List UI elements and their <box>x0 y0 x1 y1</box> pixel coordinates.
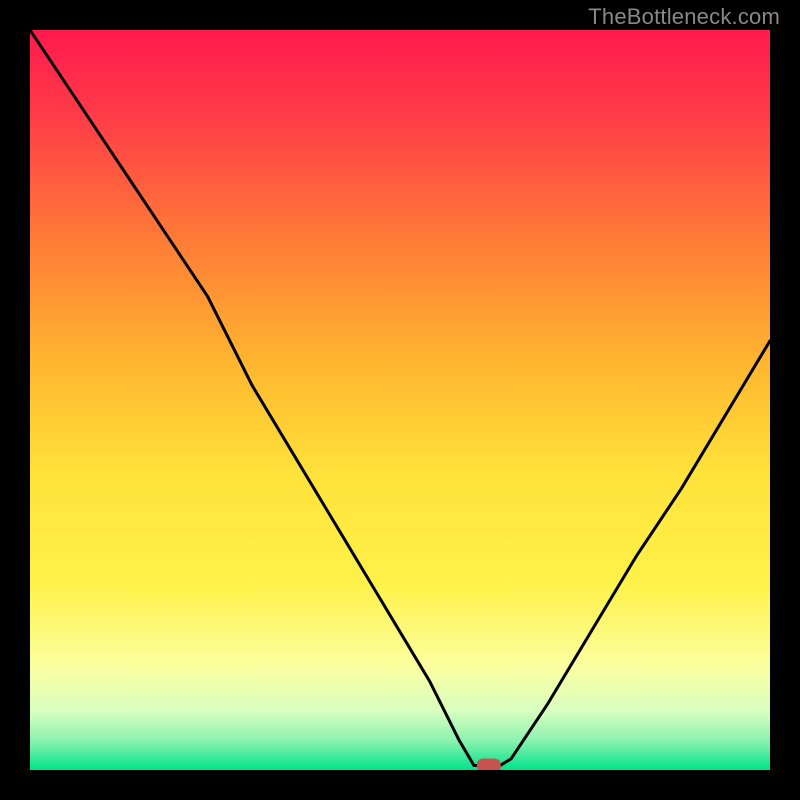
bottleneck-chart <box>30 30 770 770</box>
gradient-background <box>30 30 770 770</box>
minimum-marker <box>477 759 501 770</box>
chart-frame: TheBottleneck.com <box>0 0 800 800</box>
watermark-text: TheBottleneck.com <box>588 4 780 30</box>
